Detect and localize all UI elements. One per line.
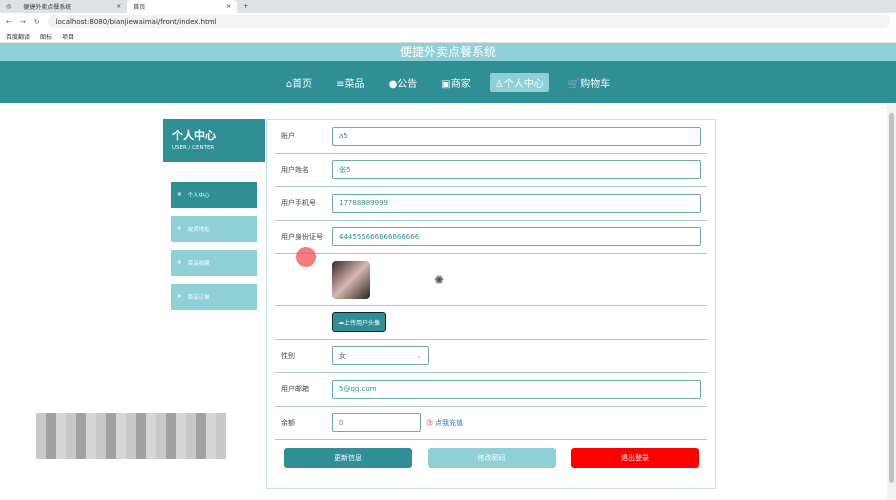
browser-tab-active[interactable]: 首页 ×	[127, 0, 238, 13]
account-input[interactable]: a5	[332, 126, 701, 146]
update-info-button[interactable]: 更新信息	[284, 448, 412, 468]
snowflake-icon: ❄	[177, 226, 182, 232]
nav-dishes[interactable]: ≡菜品	[331, 73, 369, 92]
nav-cart[interactable]: 🛒购物车	[563, 73, 615, 92]
balance-input[interactable]: 0	[332, 413, 421, 433]
forward-icon[interactable]: →	[20, 18, 26, 26]
change-password-button[interactable]: 修改密码	[427, 448, 556, 468]
nav-user-center[interactable]: ♙个人中心	[489, 72, 549, 92]
idcard-input[interactable]: 444555666666666666	[332, 227, 701, 247]
browser-tab[interactable]: 便捷外卖点餐系统 ×	[17, 0, 127, 13]
bookmarks-bar: 百度翻译 图标 项目	[0, 30, 896, 43]
recharge-link[interactable]: 点我充值	[435, 418, 463, 428]
avatar	[332, 260, 370, 299]
loading-spinner-icon: ✺	[434, 272, 445, 287]
nav-notice[interactable]: ●公告	[384, 73, 423, 92]
profile-form: 账户 a5 用户姓名 张5 用户手机号 17788889999 用户身份证号 44455…	[266, 119, 716, 489]
chevron-down-icon: ⌄	[416, 351, 422, 360]
close-icon[interactable]: ×	[116, 3, 121, 10]
sidebar-item-favorites[interactable]: ❄ 菜品收藏	[171, 250, 257, 276]
new-tab-button[interactable]: +	[237, 0, 254, 13]
nav-home[interactable]: ⌂首页	[281, 73, 317, 92]
logout-button[interactable]: 退出登录	[571, 448, 699, 468]
address-bar: ← → ↻ localhost:8080/bianjiewaimai/front/i…	[0, 13, 896, 30]
snowflake-icon: ❄	[177, 294, 182, 300]
browser-tabbar: ◎ 便捷外卖点餐系统 × 首页 × +	[0, 0, 896, 13]
scrollbar[interactable]	[887, 103, 896, 500]
cursor-highlight	[296, 247, 316, 267]
gender-select[interactable]: 女 ⌄	[332, 346, 429, 366]
sidebar-header: 个人中心 USER / CENTER	[163, 119, 265, 162]
phone-input[interactable]: 17788889999	[332, 193, 701, 213]
site-title: 便捷外卖点餐系统	[0, 43, 896, 61]
sidebar-item-address[interactable]: ❄ 收货地址	[171, 216, 257, 242]
snowflake-icon: ❄	[177, 192, 182, 198]
url-input[interactable]: localhost:8080/bianjiewaimai/front/index…	[47, 15, 890, 28]
sidebar-item-orders[interactable]: ❄ 菜品订单	[171, 284, 257, 310]
sidebar: 个人中心 USER / CENTER ❄ 个人中心 ❄ 收货地址 ❄ 菜品收藏 ❄ 菜品订…	[163, 119, 265, 310]
back-icon[interactable]: ←	[6, 18, 12, 26]
close-icon[interactable]: ×	[226, 3, 231, 10]
sidebar-item-user-center[interactable]: ❄ 个人中心	[171, 182, 257, 208]
name-input[interactable]: 张5	[332, 160, 701, 180]
nav-shops[interactable]: ▣商家	[436, 73, 475, 92]
watermark-mosaic	[36, 413, 226, 459]
upload-avatar-button[interactable]: ☁ 上传用户头像	[332, 312, 387, 333]
bookmark[interactable]: 图标	[40, 32, 52, 41]
bookmark[interactable]: 项目	[62, 32, 74, 41]
recharge-icon: ㊟	[426, 418, 433, 427]
snowflake-icon: ❄	[177, 260, 182, 266]
bookmark[interactable]: 百度翻译	[6, 32, 30, 41]
email-input[interactable]: 5@qq.com	[332, 379, 701, 399]
reload-icon[interactable]: ↻	[34, 18, 40, 26]
main-nav: ⌂首页 ≡菜品 ●公告 ▣商家 ♙个人中心 🛒购物车	[0, 61, 896, 103]
tab-pinned[interactable]: ◎	[0, 0, 17, 13]
